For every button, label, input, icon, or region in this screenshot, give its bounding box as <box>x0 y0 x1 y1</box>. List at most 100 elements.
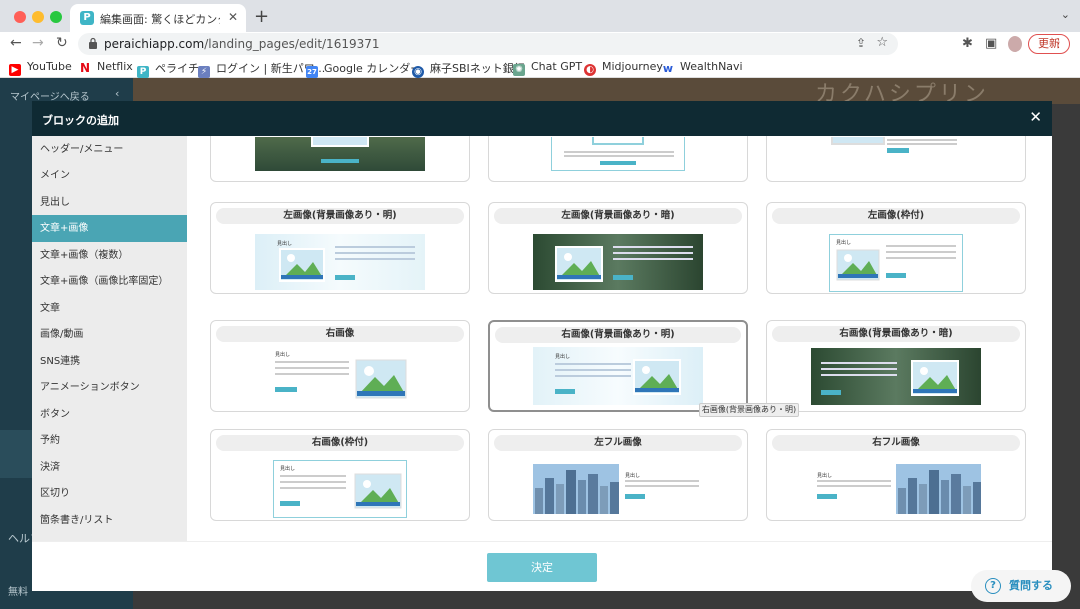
bookmark-chatgpt[interactable]: ✺ Chat GPT <box>513 60 582 76</box>
block-thumbnail <box>533 234 703 290</box>
modal-title: ブロックの追加 <box>42 114 119 127</box>
block-card-right-full-image[interactable]: 右フル画像 見出し <box>766 429 1026 521</box>
modal-footer: 決定 <box>32 541 1052 591</box>
category-reservation[interactable]: 予約 <box>32 427 187 454</box>
category-text[interactable]: 文章 <box>32 295 187 322</box>
block-card-left-image-bg-light[interactable]: 左画像(背景画像あり・明) 見出し <box>210 202 470 294</box>
category-image-video[interactable]: 画像/動画 <box>32 321 187 348</box>
category-heading[interactable]: 見出し <box>32 189 187 216</box>
hover-tooltip: 右画像(背景画像あり・明) <box>699 403 799 417</box>
block-card-left-image-bg-dark[interactable]: 左画像(背景画像あり・暗) <box>488 202 748 294</box>
block-card-label: 右画像 <box>216 326 464 342</box>
category-list: ヘッダー/メニュー メイン 見出し 文章+画像 文章+画像（複数） 文章+画像（… <box>32 136 187 541</box>
address-bar[interactable]: peraichiapp.com/landing_pages/edit/16193… <box>78 33 898 55</box>
block-card-left-image-framed[interactable]: 左画像(枠付) 見出し <box>766 202 1026 294</box>
tab-title: 編集画面: 驚くほどカンタン！無料 <box>100 13 220 26</box>
bookmark-netflix[interactable]: N Netflix <box>79 60 133 74</box>
block-thumbnail: 見出し <box>811 464 981 514</box>
back-arrow-icon[interactable]: ← <box>10 35 22 51</box>
block-card-right-image-framed[interactable]: 右画像(枠付) 見出し <box>210 429 470 521</box>
profile-avatar[interactable] <box>1008 36 1022 52</box>
block-card-right-image[interactable]: 右画像 見出し <box>210 320 470 412</box>
block-card-label: 右フル画像 <box>772 435 1020 451</box>
block-card-partial[interactable] <box>488 136 748 182</box>
ask-question-button[interactable]: ? 質問する <box>971 570 1071 602</box>
block-thumbnail: 見出し <box>255 234 425 290</box>
reload-icon[interactable]: ↻ <box>56 35 68 51</box>
category-header-menu[interactable]: ヘッダー/メニュー <box>32 136 187 163</box>
browser-tab-bar: P 編集画面: 驚くほどカンタン！無料 ✕ + ⌄ <box>0 0 1080 32</box>
more-vertical-icon: ⋮ <box>1053 37 1064 50</box>
block-thumbnail <box>829 137 963 171</box>
block-card-right-image-bg-dark[interactable]: 右画像(背景画像あり・暗) <box>766 320 1026 412</box>
decide-button[interactable]: 決定 <box>487 553 597 582</box>
block-thumbnail: 見出し <box>533 464 703 514</box>
category-bullet-list[interactable]: 箇条書き/リスト <box>32 507 187 534</box>
chevron-left-icon[interactable]: ‹ <box>115 87 119 100</box>
chevron-down-icon[interactable]: ⌄ <box>1061 8 1070 21</box>
block-thumbnail: 見出し <box>273 349 407 405</box>
block-card-partial[interactable] <box>210 136 470 182</box>
block-thumbnail: 見出し <box>273 460 407 518</box>
bookmark-peraichi[interactable]: P ペライチ <box>137 60 199 78</box>
block-thumbnail <box>811 348 981 405</box>
block-template-grid: 左画像(背景画像あり・明) 見出し 左画像(背景画像あり・暗) 左画像(枠付) <box>187 136 1052 541</box>
block-card-label: 右画像(背景画像あり・暗) <box>772 326 1020 342</box>
bookmarks-bar: ▶ YouTube N Netflix P ペライチ ⚡ ログイン | 新生パワ... … <box>0 56 1080 78</box>
question-mark-icon: ? <box>985 578 1001 594</box>
block-thumbnail <box>551 137 685 171</box>
bookmark-youtube[interactable]: ▶ YouTube <box>9 60 72 76</box>
bookmark-midjourney[interactable]: ◐ Midjourney <box>584 60 663 76</box>
close-tab-icon[interactable]: ✕ <box>228 10 238 24</box>
block-card-right-image-bg-light[interactable]: 右画像(背景画像あり・明) 見出し <box>488 320 748 412</box>
minimize-window-button[interactable] <box>32 11 44 23</box>
sidepanel-icon[interactable]: ▣ <box>985 36 997 51</box>
close-modal-icon[interactable]: ✕ <box>1029 108 1042 126</box>
bookmark-wealthnavi[interactable]: w WealthNavi <box>662 60 743 75</box>
peraichi-favicon-icon: P <box>80 11 94 25</box>
forward-arrow-icon[interactable]: → <box>32 35 44 51</box>
add-block-modal-body: ヘッダー/メニュー メイン 見出し 文章+画像 文章+画像（複数） 文章+画像（… <box>32 136 1052 541</box>
free-label: 無料 <box>8 587 28 598</box>
category-text-image-multiple[interactable]: 文章+画像（複数） <box>32 242 187 269</box>
block-card-label: 右画像(背景画像あり・明) <box>495 327 741 343</box>
category-text-image-fixed-ratio[interactable]: 文章+画像（画像比率固定） <box>32 268 187 295</box>
lock-icon <box>89 37 97 49</box>
category-payment[interactable]: 決済 <box>32 454 187 481</box>
monitor-icon <box>0 430 32 478</box>
category-sns[interactable]: SNS連携 <box>32 348 187 375</box>
browser-tab[interactable]: P 編集画面: 驚くほどカンタン！無料 ✕ <box>70 4 246 32</box>
block-thumbnail <box>255 137 425 171</box>
maximize-window-button[interactable] <box>50 11 62 23</box>
youtube-icon: ▶ <box>9 64 21 76</box>
block-card-label: 左画像(背景画像あり・明) <box>216 208 464 224</box>
bookmark-sbi-bank[interactable]: ◉ 麻子SBIネット銀行 <box>412 60 525 78</box>
block-thumbnail: 見出し <box>829 234 963 292</box>
category-main[interactable]: メイン <box>32 162 187 189</box>
peraichi-icon: P <box>137 66 149 78</box>
close-window-button[interactable] <box>14 11 26 23</box>
share-icon[interactable]: ⇪ <box>856 36 866 50</box>
browser-toolbar: ← → ↻ peraichiapp.com/landing_pages/edit… <box>0 32 1080 56</box>
block-card-label: 左フル画像 <box>494 435 742 451</box>
category-button[interactable]: ボタン <box>32 401 187 428</box>
block-card-partial[interactable] <box>766 136 1026 182</box>
bookmark-google-calendar[interactable]: 27 Google カレンダー <box>306 60 421 78</box>
calendar-icon: 27 <box>306 66 318 78</box>
block-card-label: 左画像(背景画像あり・暗) <box>494 208 742 224</box>
category-separator[interactable]: 区切り <box>32 480 187 507</box>
block-card-left-full-image[interactable]: 左フル画像 見出し <box>488 429 748 521</box>
add-block-modal-header: ブロックの追加 ✕ <box>32 101 1052 136</box>
block-card-label: 右画像(枠付) <box>216 435 464 451</box>
netflix-icon: N <box>79 61 91 75</box>
wealthnavi-icon: w <box>662 62 674 75</box>
new-tab-icon[interactable]: + <box>254 6 269 27</box>
extensions-puzzle-icon[interactable]: ✱ <box>962 36 973 51</box>
bookmark-star-icon[interactable]: ☆ <box>876 35 888 50</box>
update-button[interactable]: 更新 ⋮ <box>1028 34 1070 54</box>
midjourney-icon: ◐ <box>584 64 596 76</box>
category-animation-button[interactable]: アニメーションボタン <box>32 374 187 401</box>
chatgpt-icon: ✺ <box>513 64 525 76</box>
category-text-image[interactable]: 文章+画像 <box>32 215 187 242</box>
block-thumbnail: 見出し <box>533 347 703 405</box>
